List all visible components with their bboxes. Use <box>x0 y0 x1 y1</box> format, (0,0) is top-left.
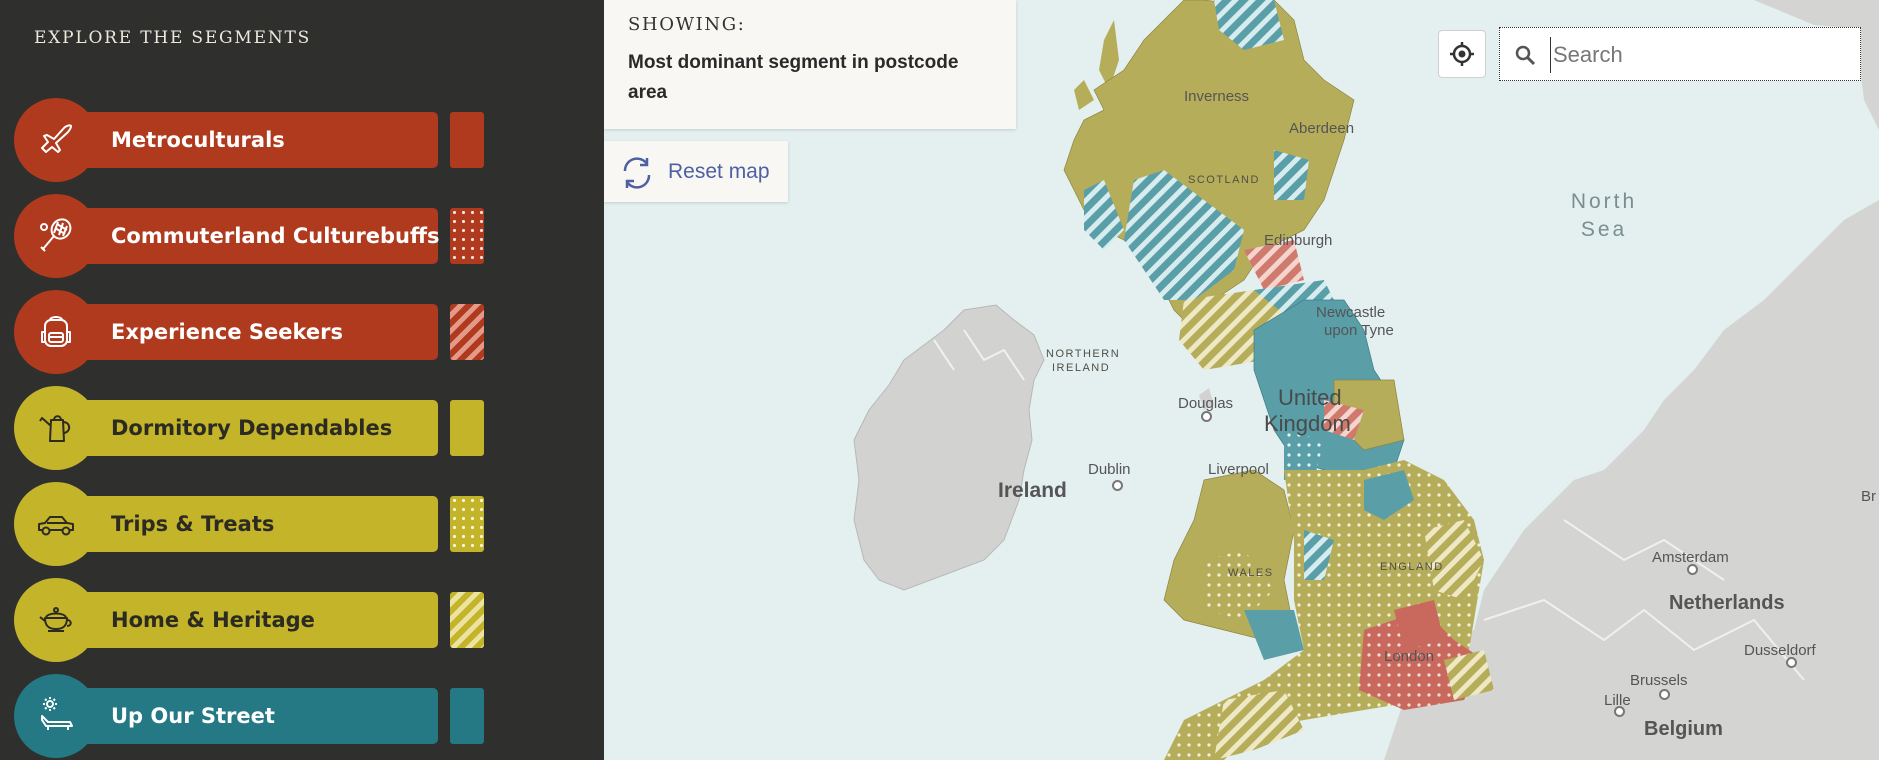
airplane-icon <box>14 98 98 182</box>
town-marker <box>1201 411 1212 422</box>
teapot-icon <box>14 578 98 662</box>
showing-label: SHOWING: <box>628 14 746 35</box>
segment-label: Trips & Treats <box>111 512 275 536</box>
segment-swatch <box>450 688 484 744</box>
place-dusseldorf: Dusseldorf <box>1744 642 1816 659</box>
place-scotland: SCOTLAND <box>1188 174 1260 186</box>
town-marker <box>1659 689 1670 700</box>
reset-map-button[interactable]: Reset map <box>604 141 788 202</box>
place-aberdeen: Aberdeen <box>1289 120 1355 137</box>
segment-swatch <box>450 304 484 360</box>
search-box[interactable] <box>1499 27 1861 81</box>
place-liverpool: Liverpool <box>1208 461 1269 478</box>
segment-metroculturals[interactable]: Metroculturals <box>14 98 494 182</box>
search-icon <box>1515 45 1536 66</box>
place-newcastle: Newcastle <box>1316 304 1386 321</box>
segment-label: Up Our Street <box>111 704 275 728</box>
segment-up-our-street[interactable]: Up Our Street <box>14 674 494 758</box>
tennis-racket-icon <box>14 194 98 278</box>
place-united-kingdom-2: Kingdom <box>1264 411 1351 436</box>
segment-commuterland-culturebuffs[interactable]: Commuterland Culturebuffs <box>14 194 494 278</box>
place-dublin: Dublin <box>1088 461 1131 478</box>
showing-panel: SHOWING: Most dominant segment in postco… <box>604 0 1016 129</box>
place-england: ENGLAND <box>1380 561 1444 573</box>
car-icon <box>14 482 98 566</box>
sun-lounger-icon <box>14 674 98 758</box>
place-netherlands: Netherlands <box>1669 592 1785 614</box>
place-ireland: Ireland <box>998 479 1067 502</box>
town-marker <box>1786 657 1797 668</box>
segments-sidebar: EXPLORE THE SEGMENTS Metroculturals Comm… <box>0 0 604 760</box>
town-marker <box>1112 480 1123 491</box>
segment-dormitory-dependables[interactable]: Dormitory Dependables <box>14 386 494 470</box>
place-brussels: Brussels <box>1630 672 1688 689</box>
ireland-landmass <box>853 304 1045 591</box>
crosshair-icon <box>1450 42 1474 66</box>
place-br: Br <box>1861 488 1876 505</box>
place-douglas: Douglas <box>1178 395 1234 412</box>
place-belgium: Belgium <box>1644 718 1723 740</box>
place-northern-ireland-2: IRELAND <box>1052 362 1111 374</box>
town-marker <box>1614 706 1625 717</box>
place-newcastle-2: upon Tyne <box>1324 322 1394 339</box>
town-marker <box>1687 564 1698 575</box>
segment-label: Home & Heritage <box>111 608 315 632</box>
segment-experience-seekers[interactable]: Experience Seekers <box>14 290 494 374</box>
watering-can-icon <box>14 386 98 470</box>
place-edinburgh: Edinburgh <box>1264 232 1333 249</box>
place-united-kingdom: United <box>1278 385 1342 410</box>
segment-swatch <box>450 112 484 168</box>
segment-label: Experience Seekers <box>111 320 344 344</box>
showing-value: Most dominant segment in postcode area <box>628 52 959 103</box>
segment-swatch <box>450 496 484 552</box>
segment-trips-and-treats[interactable]: Trips & Treats <box>14 482 494 566</box>
segment-label: Metroculturals <box>111 128 285 152</box>
backpack-icon <box>14 290 98 374</box>
segment-home-and-heritage[interactable]: Home & Heritage <box>14 578 494 662</box>
segment-label: Commuterland Culturebuffs <box>111 224 440 248</box>
segment-swatch <box>450 400 484 456</box>
refresh-icon <box>623 157 651 189</box>
segment-swatch <box>450 592 484 648</box>
place-north-sea: North Sea <box>1564 188 1644 244</box>
north-sea-line-2: Sea <box>1580 218 1628 241</box>
locate-me-button[interactable] <box>1438 30 1486 78</box>
segment-map[interactable]: Inverness Aberdeen SCOTLAND Edinburgh Ne… <box>604 0 1879 760</box>
search-input[interactable] <box>1550 37 1855 73</box>
segment-swatch <box>450 208 484 264</box>
place-wales: WALES <box>1228 567 1274 579</box>
place-northern-ireland: NORTHERN <box>1046 348 1121 360</box>
place-london: London <box>1384 648 1435 665</box>
place-inverness: Inverness <box>1184 88 1250 105</box>
reset-map-label: Reset map <box>668 160 770 183</box>
north-sea-line-1: North <box>1570 190 1638 213</box>
segment-label: Dormitory Dependables <box>111 416 393 440</box>
sidebar-title: EXPLORE THE SEGMENTS <box>34 28 312 48</box>
